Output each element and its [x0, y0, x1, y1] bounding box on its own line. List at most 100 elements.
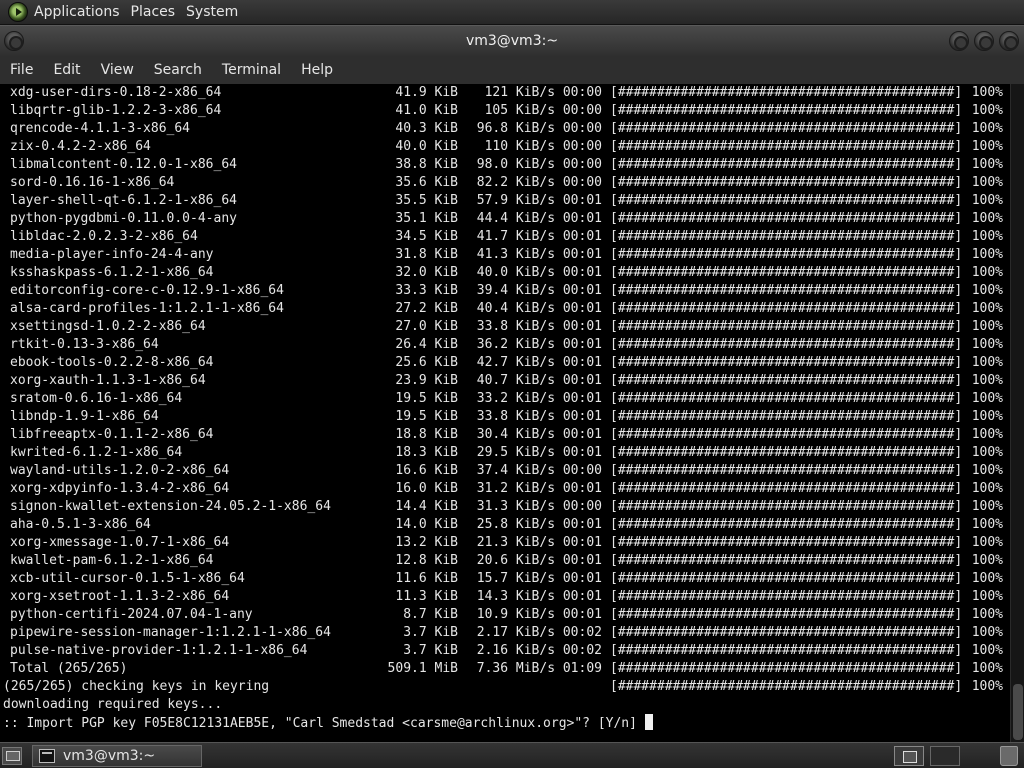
package-name: signon-kwallet-extension-24.05.2-1-x86_6… [10, 499, 331, 514]
bottom-panel: vm3@vm3:~ [0, 742, 1024, 768]
progress-percent: 100% [971, 409, 1003, 424]
progress-bar: [#######################################… [610, 211, 963, 226]
progress-percent: 100% [971, 121, 1003, 136]
download-rate: 14.3 KiB/s 00:01 [476, 589, 602, 604]
download-row: alsa-card-profiles-1:1.2.1-1-x86_64 27.2 … [0, 300, 1010, 318]
close-icon[interactable] [999, 31, 1019, 51]
distro-logo-icon[interactable] [8, 2, 28, 22]
menu-help[interactable]: Help [291, 62, 343, 78]
download-row: ksshaskpass-6.1.2-1-x86_64 32.0 KiB 40.0 K… [0, 264, 1010, 282]
downloading-keys-text: downloading required keys... [3, 697, 223, 712]
package-name: xorg-xdpyinfo-1.3.4-2-x86_64 [10, 481, 230, 496]
package-size: 3.7 KiB [403, 643, 458, 658]
progress-percent: 100% [971, 157, 1003, 172]
progress-bar: [#######################################… [610, 283, 963, 298]
places-menu[interactable]: Places [130, 4, 186, 20]
menu-view[interactable]: View [91, 62, 144, 78]
progress-bar: [#######################################… [610, 607, 963, 622]
download-row: wayland-utils-1.2.0-2-x86_64 16.6 KiB 37.4… [0, 462, 1010, 480]
menu-edit[interactable]: Edit [43, 62, 90, 78]
progress-percent: 100% [971, 625, 1003, 640]
total-label: Total (265/265) [10, 661, 128, 676]
menu-terminal[interactable]: Terminal [212, 62, 291, 78]
scrollbar-thumb[interactable] [1013, 684, 1023, 740]
progress-percent: 100% [971, 373, 1003, 388]
download-rate: 31.3 KiB/s 00:00 [476, 499, 602, 514]
download-row: ebook-tools-0.2.2-8-x86_64 25.6 KiB 42.7 K… [0, 354, 1010, 372]
download-row: editorconfig-core-c-0.12.9-1-x86_64 33.3 … [0, 282, 1010, 300]
package-name: sord-0.16.16-1-x86_64 [10, 175, 175, 190]
progress-bar: [#######################################… [610, 355, 963, 370]
progress-bar: [#######################################… [610, 85, 963, 100]
pgp-import-prompt: :: Import PGP key F05E8C12131AEB5E, "Car… [3, 714, 653, 733]
package-size: 23.9 KiB [395, 373, 458, 388]
show-desktop-icon[interactable] [2, 747, 22, 765]
package-size: 14.4 KiB [395, 499, 458, 514]
package-size: 25.6 KiB [395, 355, 458, 370]
package-name: python-certifi-2024.07.04-1-any [10, 607, 253, 622]
system-menu[interactable]: System [185, 4, 248, 20]
package-size: 18.8 KiB [395, 427, 458, 442]
window-titlebar[interactable]: vm3@vm3:~ [0, 25, 1024, 56]
workspace-2-button[interactable] [930, 746, 960, 766]
package-size: 19.5 KiB [395, 391, 458, 406]
progress-bar: [#######################################… [610, 589, 963, 604]
download-row: python-pygdbmi-0.11.0.0-4-any 35.1 KiB 44.… [0, 210, 1010, 228]
applications-menu[interactable]: Applications [33, 4, 130, 20]
download-rate: 42.7 KiB/s 00:01 [476, 355, 602, 370]
package-name: libmalcontent-0.12.0-1-x86_64 [10, 157, 237, 172]
package-name: libfreeaptx-0.1.1-2-x86_64 [10, 427, 214, 442]
trash-icon[interactable] [1000, 746, 1018, 766]
download-rate: 110 KiB/s 00:00 [484, 139, 602, 154]
download-rate: 31.2 KiB/s 00:01 [476, 481, 602, 496]
progress-percent: 100% [971, 607, 1003, 622]
package-size: 40.3 KiB [395, 121, 458, 136]
package-size: 12.8 KiB [395, 553, 458, 568]
taskbar-button-terminal[interactable]: vm3@vm3:~ [32, 745, 202, 767]
download-rate: 41.3 KiB/s 00:01 [476, 247, 602, 262]
package-name: xdg-user-dirs-0.18-2-x86_64 [10, 85, 222, 100]
total-size: 509.1 MiB [387, 661, 458, 676]
download-row: libndp-1.9-1-x86_64 19.5 KiB 33.8 KiB/s 00… [0, 408, 1010, 426]
progress-bar: [#######################################… [610, 157, 963, 172]
package-name: kwrited-6.1.2-1-x86_64 [10, 445, 183, 460]
progress-bar: [#######################################… [610, 427, 963, 442]
package-size: 14.0 KiB [395, 517, 458, 532]
download-rate: 37.4 KiB/s 00:00 [476, 463, 602, 478]
download-row: zix-0.4.2-2-x86_64 40.0 KiB 110 KiB/s 00:0… [0, 138, 1010, 156]
terminal-output[interactable]: xdg-user-dirs-0.18-2-x86_64 41.9 KiB 121 K… [0, 84, 1010, 742]
minimize-icon[interactable] [949, 31, 969, 51]
download-rate: 25.8 KiB/s 00:01 [476, 517, 602, 532]
menu-file[interactable]: File [0, 62, 43, 78]
package-size: 35.6 KiB [395, 175, 458, 190]
terminal-icon [39, 749, 55, 763]
package-size: 8.7 KiB [403, 607, 458, 622]
download-rate: 98.0 KiB/s 00:00 [476, 157, 602, 172]
progress-bar: [#######################################… [610, 661, 963, 676]
progress-percent: 100% [971, 499, 1003, 514]
progress-bar: [#######################################… [610, 463, 963, 478]
progress-bar: [#######################################… [610, 319, 963, 334]
download-rate: 40.0 KiB/s 00:01 [476, 265, 602, 280]
download-row: xdg-user-dirs-0.18-2-x86_64 41.9 KiB 121 K… [0, 84, 1010, 102]
progress-bar: [#######################################… [610, 553, 963, 568]
terminal-scrollbar[interactable] [1010, 84, 1024, 742]
download-rate: 15.7 KiB/s 00:01 [476, 571, 602, 586]
download-rate: 33.8 KiB/s 00:01 [476, 409, 602, 424]
package-size: 16.6 KiB [395, 463, 458, 478]
package-size: 35.1 KiB [395, 211, 458, 226]
download-rate: 96.8 KiB/s 00:00 [476, 121, 602, 136]
download-row: layer-shell-qt-6.1.2-1-x86_64 35.5 KiB 57.… [0, 192, 1010, 210]
download-row: xorg-xauth-1.1.3-1-x86_64 23.9 KiB 40.7 Ki… [0, 372, 1010, 390]
package-size: 3.7 KiB [403, 625, 458, 640]
package-size: 16.0 KiB [395, 481, 458, 496]
progress-bar: [#######################################… [610, 481, 963, 496]
progress-percent: 100% [971, 517, 1003, 532]
download-rate: 121 KiB/s 00:00 [484, 85, 602, 100]
maximize-icon[interactable] [974, 31, 994, 51]
workspace-1-button[interactable] [894, 746, 924, 766]
menu-search[interactable]: Search [144, 62, 212, 78]
download-row: libfreeaptx-0.1.1-2-x86_64 18.8 KiB 30.4 K… [0, 426, 1010, 444]
package-name: editorconfig-core-c-0.12.9-1-x86_64 [10, 283, 284, 298]
download-row: python-certifi-2024.07.04-1-any 8.7 KiB 10… [0, 606, 1010, 624]
